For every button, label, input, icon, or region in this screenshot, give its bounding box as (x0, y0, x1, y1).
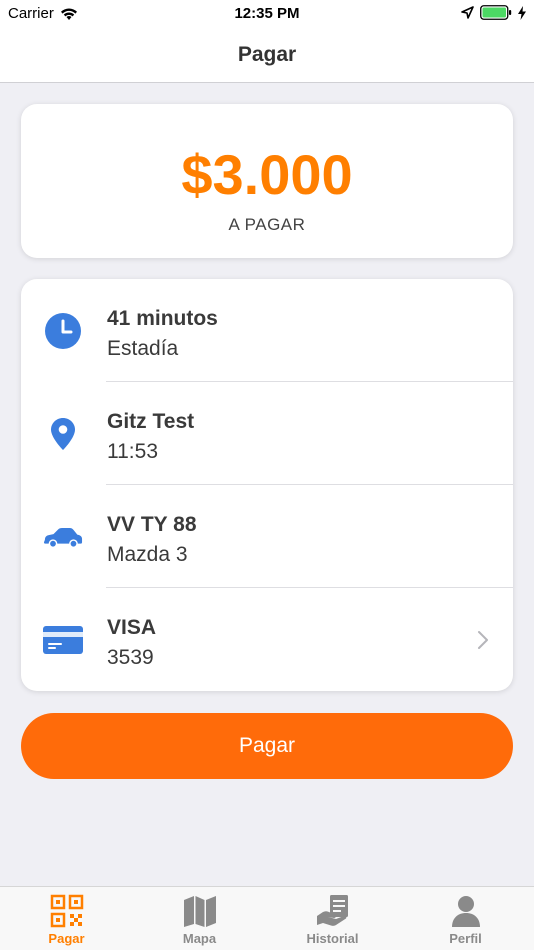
tab-label: Historial (306, 931, 359, 946)
history-icon (316, 895, 348, 926)
tab-label: Perfil (449, 931, 482, 946)
detail-row-vehicle: VV TY 88 Mazda 3 (21, 485, 513, 588)
profile-icon (451, 896, 480, 927)
tab-pagar[interactable]: Pagar (0, 887, 133, 950)
location-pin-icon (43, 414, 83, 454)
credit-card-icon (43, 620, 83, 660)
amount-label: A PAGAR (228, 215, 306, 234)
duration-value: 41 minutos (107, 307, 218, 330)
location-time: 11:53 (107, 440, 158, 463)
status-time: 12:35 PM (234, 5, 300, 22)
vehicle-model: Mazda 3 (107, 543, 188, 566)
amount-value: $3.000 (181, 143, 353, 206)
navigation-bar: Pagar (0, 28, 534, 83)
tab-bar: Pagar Mapa Historial Perfil (0, 886, 534, 950)
battery-icon (480, 5, 512, 20)
tab-label: Pagar (48, 931, 85, 946)
status-right (461, 5, 526, 20)
details-card: 41 minutos Estadía Gitz Test 11:53 VV TY… (21, 279, 513, 691)
tab-perfil[interactable]: Perfil (399, 887, 532, 950)
car-icon (43, 517, 83, 557)
status-bar: Carrier 12:35 PM (0, 0, 534, 28)
detail-row-duration: 41 minutos Estadía (21, 279, 513, 382)
vehicle-plate: VV TY 88 (107, 513, 197, 536)
tab-label: Mapa (182, 931, 217, 946)
location-name: Gitz Test (107, 410, 195, 433)
card-brand: VISA (107, 616, 157, 639)
charging-bolt-icon (518, 5, 526, 20)
pay-button[interactable]: Pagar (21, 713, 513, 779)
clock-icon (43, 311, 83, 351)
card-last-digits: 3539 (107, 646, 154, 669)
map-icon (183, 896, 216, 927)
detail-row-location: Gitz Test 11:53 (21, 382, 513, 485)
duration-label: Estadía (107, 337, 179, 360)
tab-mapa[interactable]: Mapa (133, 887, 266, 950)
detail-row-payment-method[interactable]: VISA 3539 (21, 588, 513, 691)
location-arrow-icon (461, 6, 474, 19)
page-title: Pagar (237, 43, 297, 66)
qr-code-icon (50, 894, 83, 928)
chevron-right-icon[interactable] (475, 628, 491, 652)
amount-card: $3.000 A PAGAR (21, 104, 513, 258)
tab-historial[interactable]: Historial (266, 887, 399, 950)
